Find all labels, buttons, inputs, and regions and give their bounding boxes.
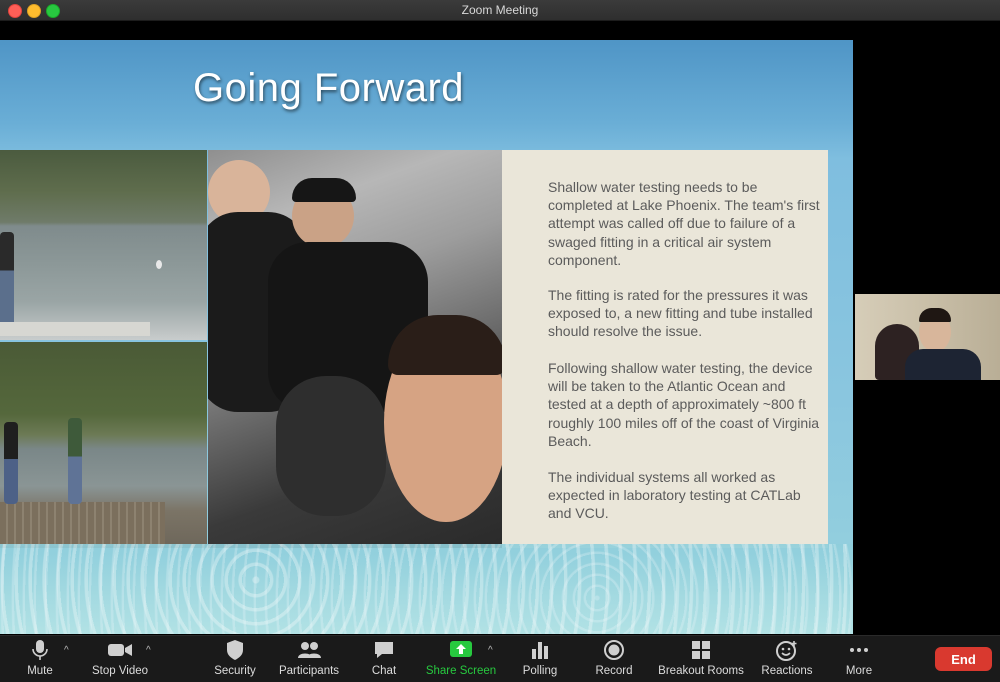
slide-paragraph: Following shallow water testing, the dev… (548, 360, 820, 449)
shield-icon (227, 640, 243, 660)
more-button[interactable]: More (840, 639, 878, 677)
polling-button[interactable]: Polling (518, 639, 562, 677)
share-screen-icon (450, 641, 472, 657)
reactions-label: Reactions (761, 665, 813, 677)
cap (292, 178, 356, 202)
participants-icon (298, 642, 321, 658)
wooden-dock (0, 502, 165, 546)
record-icon (604, 640, 624, 660)
slide-title: Going Forward (193, 66, 465, 110)
slide-paragraph: The individual systems all worked as exp… (548, 469, 801, 522)
buoy (156, 260, 162, 269)
dock (0, 322, 150, 336)
participants-button[interactable]: Participants (276, 639, 342, 677)
share-screen-label: Share Screen (425, 665, 497, 677)
person-figure (68, 418, 82, 504)
meeting-main-area: Going Forward Shallow water testing need… (0, 21, 1000, 635)
microphone-icon (32, 640, 48, 660)
slide-paragraph: The fitting is rated for the pressures i… (548, 287, 813, 340)
video-camera-icon (108, 644, 132, 656)
polling-icon (532, 642, 548, 659)
more-label: More (845, 665, 873, 677)
participant-video-thumbnail[interactable] (855, 294, 1000, 380)
stop-video-button[interactable]: Stop Video (88, 639, 152, 677)
caret-up-icon[interactable]: ^ (488, 645, 493, 656)
slide-text-box: Shallow water testing needs to be comple… (502, 150, 828, 548)
chat-button[interactable]: Chat (366, 639, 402, 677)
shared-slide: Going Forward Shallow water testing need… (0, 40, 853, 634)
share-screen-button[interactable]: Share Screen (424, 639, 498, 677)
meeting-toolbar: Mute ^ Stop Video ^ Security Participant… (0, 635, 1000, 682)
mute-button[interactable]: Mute (20, 639, 60, 677)
suit (905, 349, 981, 380)
more-icon (850, 648, 868, 652)
slide-paragraph: Shallow water testing needs to be comple… (548, 179, 820, 268)
device-cylinder (276, 376, 386, 516)
security-label: Security (214, 665, 256, 677)
reactions-button[interactable]: Reactions (760, 639, 814, 677)
chat-label: Chat (371, 665, 397, 677)
end-meeting-button[interactable]: End (935, 647, 992, 671)
participants-label: Participants (278, 665, 340, 677)
hair (919, 308, 951, 322)
record-label: Record (595, 665, 633, 677)
polling-label: Polling (522, 665, 558, 677)
record-button[interactable]: Record (592, 639, 636, 677)
window-title: Zoom Meeting (461, 3, 539, 17)
caret-up-icon[interactable]: ^ (64, 645, 69, 656)
reactions-icon (776, 641, 797, 661)
title-bar: Zoom Meeting (0, 0, 1000, 21)
breakout-rooms-button[interactable]: Breakout Rooms (656, 639, 746, 677)
security-button[interactable]: Security (210, 639, 260, 677)
caret-up-icon[interactable]: ^ (146, 645, 151, 656)
person-figure (0, 232, 14, 328)
stop-video-label: Stop Video (91, 665, 149, 677)
mute-label: Mute (27, 665, 53, 677)
person-figure (4, 422, 18, 504)
chat-bubble-icon (375, 642, 393, 658)
breakout-rooms-label: Breakout Rooms (658, 665, 744, 677)
lake-photo-top (0, 150, 207, 340)
team-selfie-photo (208, 150, 502, 548)
breakout-rooms-icon (692, 641, 710, 659)
